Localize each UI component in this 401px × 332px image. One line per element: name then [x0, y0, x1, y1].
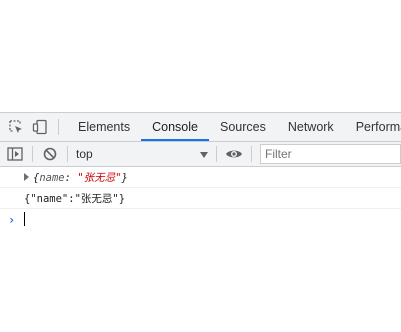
object-string-value: "张无忌": [77, 171, 122, 184]
text-caret: [24, 212, 25, 226]
show-sidebar-icon[interactable]: [2, 142, 28, 166]
console-toolbar: top: [0, 142, 401, 167]
clear-console-icon[interactable]: [37, 142, 63, 166]
context-selector[interactable]: top: [72, 143, 212, 165]
toolbar-divider: [216, 146, 217, 162]
expand-triangle-icon[interactable]: [24, 173, 29, 181]
devtools-panel: Elements Console Sources Network Perform…: [0, 112, 401, 229]
devtools-tab-bar: Elements Console Sources Network Perform…: [0, 112, 401, 142]
filter-field[interactable]: [260, 144, 401, 164]
console-message-text: {"name":"张无忌"}: [0, 188, 401, 209]
tab-elements[interactable]: Elements: [67, 113, 141, 141]
console-message-object[interactable]: {name: "张无忌"}: [0, 167, 401, 188]
tab-bar-divider: [58, 119, 59, 135]
console-prompt[interactable]: ›: [0, 209, 401, 229]
inspect-element-icon[interactable]: [4, 113, 28, 141]
tab-network[interactable]: Network: [277, 113, 345, 141]
object-colon: :: [64, 171, 78, 184]
tab-performance[interactable]: Performance: [345, 113, 401, 141]
dropdown-arrow-icon: [200, 147, 208, 161]
console-output: {name: "张无忌"} {"name":"张无忌"} ›: [0, 167, 401, 229]
console-message-text-content: {"name":"张无忌"}: [24, 192, 126, 205]
object-preview[interactable]: {name: "张无忌"}: [33, 170, 128, 185]
context-selector-label: top: [76, 147, 93, 161]
toolbar-divider: [67, 146, 68, 162]
prompt-chevron-icon: ›: [8, 213, 16, 227]
toolbar-divider: [32, 146, 33, 162]
live-expression-icon[interactable]: [221, 142, 247, 166]
object-key: name: [39, 171, 65, 184]
tab-console[interactable]: Console: [141, 113, 209, 141]
object-close-brace: }: [121, 171, 128, 184]
toolbar-divider: [251, 146, 252, 162]
device-toolbar-icon[interactable]: [28, 113, 52, 141]
tab-sources[interactable]: Sources: [209, 113, 277, 141]
filter-input[interactable]: [265, 147, 400, 161]
page: Elements Console Sources Network Perform…: [0, 0, 401, 332]
